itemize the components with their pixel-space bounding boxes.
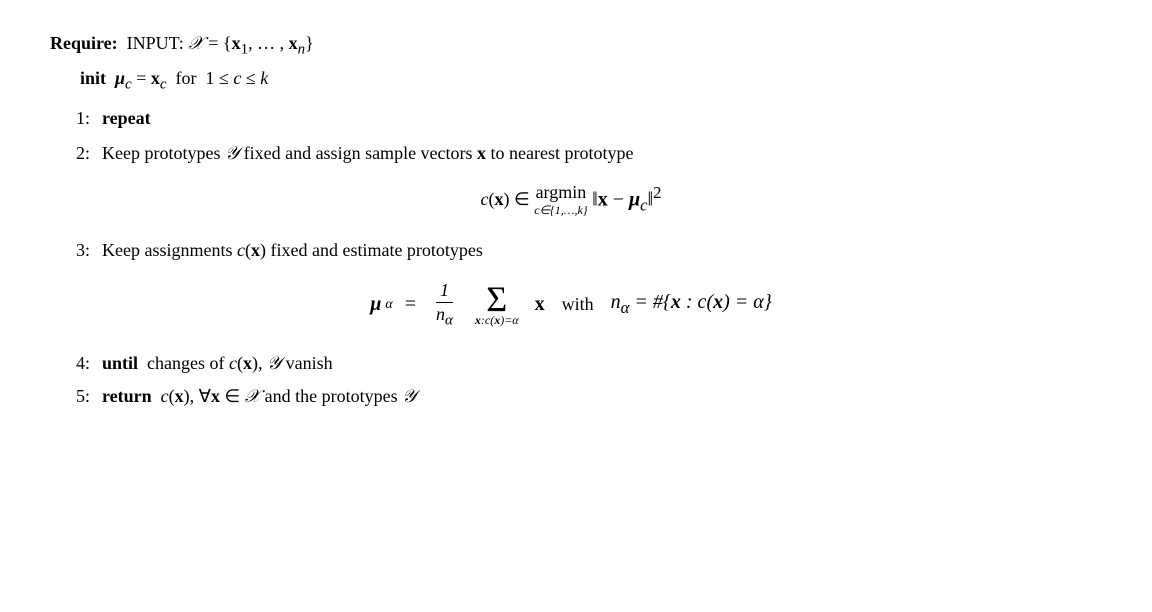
formula-mu: μα = 1 nα Σ x:c(x)=α x with nα = #{x : c…	[50, 279, 1092, 331]
mu-alpha-sub: α	[385, 297, 392, 313]
step-4-content: until changes of c(x), 𝒴 vanish	[102, 349, 1092, 378]
step-2-number: 2:	[50, 139, 90, 168]
input-set: 𝒳	[188, 33, 203, 53]
argmin-sub: c∈{1,…,k}	[534, 203, 587, 218]
require-line: Require: INPUT: 𝒳 = {x1, … , xn}	[50, 30, 1092, 61]
step-5-number: 5:	[50, 382, 90, 411]
step-3: 3: Keep assignments c(x) fixed and estim…	[50, 236, 1092, 265]
require-keyword: Require:	[50, 33, 118, 53]
init-keyword: init	[80, 68, 106, 88]
sigma-symbol: Σ	[486, 281, 507, 317]
step-2-content: Keep prototypes 𝒴 fixed and assign sampl…	[102, 139, 1092, 168]
step-1-number: 1:	[50, 104, 90, 133]
step-2: 2: Keep prototypes 𝒴 fixed and assign sa…	[50, 139, 1092, 168]
step-4-number: 4:	[50, 349, 90, 378]
return-keyword: return	[102, 386, 152, 406]
fraction-denominator: nα	[432, 303, 457, 331]
argmin-text: argmin	[536, 182, 587, 203]
step-3-number: 3:	[50, 236, 90, 265]
mu-alpha: μ	[370, 293, 381, 316]
step-1: 1: repeat	[50, 104, 1092, 133]
argmin-wrapper: argmin c∈{1,…,k}	[534, 182, 587, 218]
n-alpha-expr: nα = #{x : c(x) = α}	[611, 291, 772, 318]
sigma-wrapper: Σ x:c(x)=α	[475, 281, 519, 328]
repeat-keyword: repeat	[102, 108, 151, 128]
formula-argmin: c(x) ∈ argmin c∈{1,…,k} ‖x − μc‖2	[50, 182, 1092, 218]
equals-sign: =	[405, 293, 416, 316]
norm-expression: ‖x − μc‖2	[592, 183, 661, 216]
sigma-sub: x:c(x)=α	[475, 313, 519, 328]
init-line: init μc = xc for 1 ≤ c ≤ k	[80, 65, 1092, 96]
sum-var-x: x	[535, 293, 545, 316]
with-keyword: with	[562, 294, 594, 315]
fraction-numerator: 1	[436, 279, 453, 303]
until-keyword: until	[102, 353, 138, 373]
step-5-content: return c(x), ∀x ∈ 𝒳 and the prototypes 𝒴	[102, 382, 1092, 411]
step-4: 4: until changes of c(x), 𝒴 vanish	[50, 349, 1092, 378]
step-3-content: Keep assignments c(x) fixed and estimate…	[102, 236, 1092, 265]
step-1-content: repeat	[102, 104, 1092, 133]
fraction-1-over-n: 1 nα	[432, 279, 457, 331]
step-5: 5: return c(x), ∀x ∈ 𝒳 and the prototype…	[50, 382, 1092, 411]
page-container: Require: INPUT: 𝒳 = {x1, … , xn} init μc…	[0, 0, 1152, 612]
formula1-cx: c	[481, 189, 489, 210]
